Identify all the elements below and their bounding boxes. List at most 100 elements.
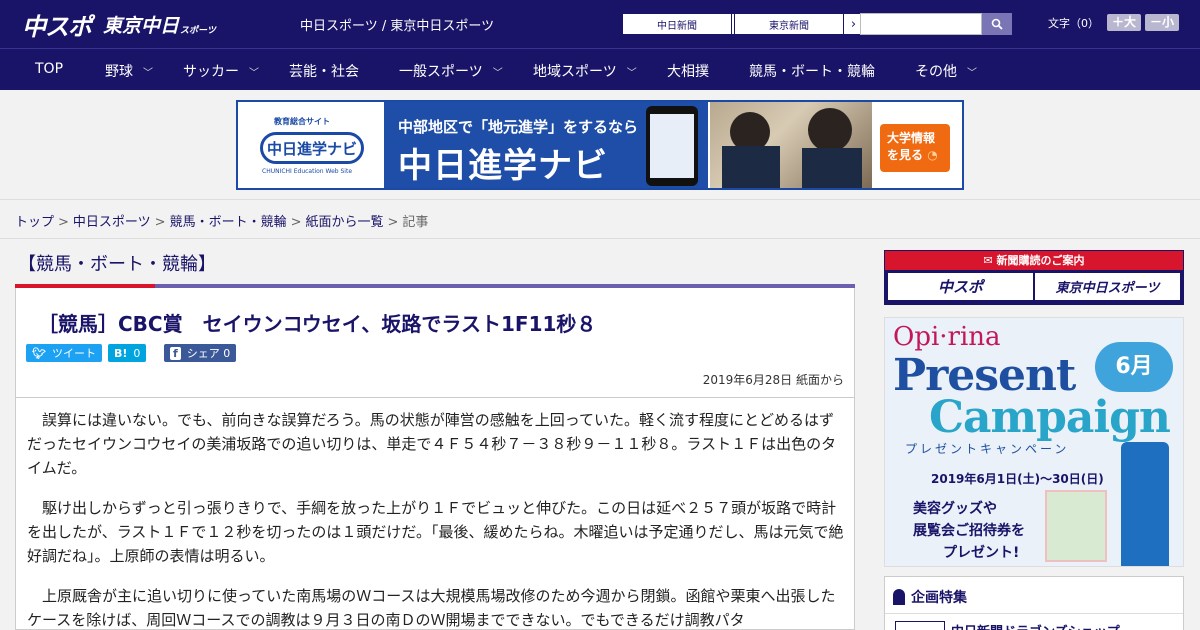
chunichi-shimbun-label: 中日新聞	[657, 20, 697, 32]
banner-line1: 中部地区で「地元進学」をするなら	[398, 118, 639, 136]
nav-item-general-sports[interactable]: 一般スポーツ ﹀	[399, 61, 503, 81]
product-bottle-image	[1121, 442, 1169, 566]
feature-box: 企画特集 中日新聞ドラゴンズショップ	[884, 576, 1184, 630]
ad-month-badge: 6月	[1095, 342, 1173, 392]
banner-cta-area: 大学情報 を見る ◔	[872, 102, 962, 188]
opirina-campaign-ad[interactable]: Opi·rina 6月 Present Campaign プレゼントキャンペーン…	[884, 317, 1184, 567]
subscribe-tokyo-chunichi-button[interactable]: 東京中日スポーツ	[1035, 273, 1180, 300]
article: ［競馬］CBC賞 セイウンコウセイ、坂路でラスト1F11秒８ 🐦︎ ツイート B…	[15, 288, 855, 630]
nav-label: 地域スポーツ	[533, 64, 617, 80]
banner-logo-en: CHUNICHI Education Web Site	[262, 168, 353, 175]
ad-campaign: Campaign	[929, 392, 1171, 443]
facebook-icon: f	[170, 346, 181, 360]
article-paragraph: 駆け出しからずっと引っ張りきりで、手綱を放った上がり１Ｆでビュッと伸びた。この日…	[27, 499, 844, 565]
twitter-bird-icon: 🐦︎	[32, 346, 46, 360]
shingaku-navi-banner[interactable]: 教育総合サイト 中日進学ナビ CHUNICHI Education Web Si…	[236, 100, 964, 190]
search-box	[860, 13, 1012, 35]
category-heading: 【競馬・ボート・競輪】	[18, 254, 216, 275]
banner-small-label: 教育総合サイト	[274, 117, 330, 126]
subscription-header: ✉ 新聞購読のご案内	[885, 251, 1183, 270]
chevron-down-icon: ﹀	[626, 67, 637, 79]
font-size-label: 文字（0）	[1048, 16, 1099, 30]
feature-thumbnail[interactable]	[895, 621, 945, 630]
chevron-down-icon: ﹀	[249, 67, 259, 79]
search-button[interactable]	[982, 13, 1012, 35]
ad-msg3: プレゼント!	[943, 545, 1020, 561]
nav-item-soccer[interactable]: サッカー ﹀	[183, 61, 259, 81]
tokyo-shimbun-link[interactable]: 東京新聞 ›	[734, 13, 864, 35]
feature-item-link[interactable]: 中日新聞ドラゴンズショップ	[951, 621, 1120, 630]
nav-label: 芸能・社会	[289, 64, 359, 80]
nav-label: 一般スポーツ	[399, 64, 483, 80]
chevron-down-icon: ﹀	[143, 67, 153, 79]
subscribe-chuspo-button[interactable]: 中スポ	[888, 273, 1033, 300]
nav-item-other[interactable]: その他 ﹀	[915, 61, 977, 81]
tweet-button[interactable]: 🐦︎ ツイート	[26, 344, 102, 362]
nav-item-entertainment[interactable]: 芸能・社会	[289, 61, 359, 81]
nav-item-local-sports[interactable]: 地域スポーツ ﹀	[533, 61, 637, 81]
cta-line1: 大学情報	[887, 131, 936, 145]
logo-tokyo-chunichi: 東京中日	[103, 14, 180, 37]
ad-msg2: 展覧会ご招待券を	[913, 523, 1025, 539]
font-size-control: 文字（0） ＋大 －小	[1048, 14, 1180, 31]
magnifier-icon: ◔	[923, 148, 938, 163]
nav-item-keiba-boat-keirin[interactable]: 競馬・ボート・競輪	[749, 61, 875, 81]
nav-item-baseball[interactable]: 野球 ﹀	[105, 61, 153, 81]
ad-kana: プレゼントキャンペーン	[905, 442, 1070, 456]
site-name: 中日スポーツ / 東京中日スポーツ	[300, 19, 495, 34]
article-paragraph: 誤算には違いない。でも、前向きな誤算だろう。馬の状態が陣営の感触を上回っていた。…	[27, 411, 837, 477]
article-body: 誤算には違いない。でも、前向きな誤算だろう。馬の状態が陣営の感触を上回っていた。…	[27, 408, 845, 630]
breadcrumb-shimen-list[interactable]: 紙面から一覧	[306, 215, 384, 230]
subscription-header-label: 新聞購読のご案内	[996, 254, 1085, 267]
university-info-cta: 大学情報 を見る ◔	[880, 124, 950, 172]
product-box-image	[1045, 490, 1107, 562]
nav-label: サッカー	[183, 64, 239, 80]
hatena-bookmark-icon: B!	[114, 346, 128, 360]
newspaper-icon: ✉	[983, 254, 997, 267]
banner-headline-area: 中部地区で「地元進学」をするなら 中日進学ナビ	[384, 102, 708, 188]
tweet-label: ツイート	[51, 347, 96, 360]
feature-title: 企画特集	[893, 587, 967, 607]
banner-logo: 中日進学ナビ	[260, 132, 364, 164]
search-icon	[991, 18, 1003, 30]
smartphone-image	[646, 106, 698, 186]
facebook-share-label: シェア 0	[186, 347, 231, 360]
banner-line2: 中日進学ナビ	[398, 146, 608, 186]
ribbon-icon	[893, 589, 905, 605]
nav-label: 大相撲	[667, 64, 709, 80]
font-size-minus-button[interactable]: －小	[1145, 14, 1180, 31]
nav-item-top[interactable]: TOP	[35, 61, 63, 77]
nav-label: 野球	[105, 64, 133, 80]
facebook-share-button[interactable]: f シェア 0	[164, 344, 237, 362]
font-size-plus-button[interactable]: ＋大	[1107, 14, 1142, 31]
breadcrumb-top[interactable]: トップ	[15, 215, 54, 230]
site-logo[interactable]: 中スポ 東京中日 スポーツ	[22, 7, 216, 41]
breadcrumb-bar: トップ > 中日スポーツ > 競馬・ボート・競輪 > 紙面から一覧 > 記事	[0, 199, 1200, 239]
breadcrumb-keiba-boat-keirin[interactable]: 競馬・ボート・競輪	[170, 215, 287, 230]
site-header: 中スポ 東京中日 スポーツ 中日スポーツ / 東京中日スポーツ 中日新聞 › 東…	[0, 0, 1200, 48]
banner-logo-area: 教育総合サイト 中日進学ナビ CHUNICHI Education Web Si…	[238, 102, 384, 188]
ad-msg1: 美容グッズや	[913, 501, 997, 517]
hatena-count: 0	[133, 346, 141, 360]
chevron-down-icon: ﹀	[967, 67, 977, 79]
breadcrumb-current: 記事	[402, 215, 429, 230]
ad-brand: Opi·rina	[893, 322, 1001, 352]
nav-label: TOP	[35, 61, 64, 77]
logo-chuspo: 中スポ	[22, 12, 92, 41]
tokyo-shimbun-label: 東京新聞	[769, 20, 809, 32]
students-photo	[710, 102, 872, 188]
breadcrumb: トップ > 中日スポーツ > 競馬・ボート・競輪 > 紙面から一覧 > 記事	[15, 215, 429, 230]
article-paragraph: 上原厩舎が主に追い切りに使っていた南馬場のＷコースは大規模馬場改修のため今週から…	[27, 587, 836, 629]
search-input[interactable]	[860, 13, 982, 35]
hatena-bookmark-button[interactable]: B! 0	[108, 344, 147, 362]
breadcrumb-chunichi-sports[interactable]: 中日スポーツ	[73, 215, 151, 230]
nav-item-sumo[interactable]: 大相撲	[667, 61, 709, 81]
subscription-box: ✉ 新聞購読のご案内 中スポ 東京中日スポーツ	[884, 250, 1184, 305]
main-nav: TOP 野球 ﹀ サッカー ﹀ 芸能・社会 一般スポーツ ﹀ 地域スポーツ ﹀ 大相撲 …	[0, 48, 1200, 90]
divider	[16, 397, 854, 398]
nav-label: その他	[915, 64, 957, 80]
chunichi-shimbun-link[interactable]: 中日新聞 ›	[622, 13, 752, 35]
chevron-down-icon: ﹀	[492, 67, 503, 79]
ad-message: 美容グッズや 展覧会ご招待券を プレゼント!	[913, 498, 1025, 564]
article-title: ［競馬］CBC賞 セイウンコウセイ、坂路でラスト1F11秒８	[38, 312, 597, 336]
